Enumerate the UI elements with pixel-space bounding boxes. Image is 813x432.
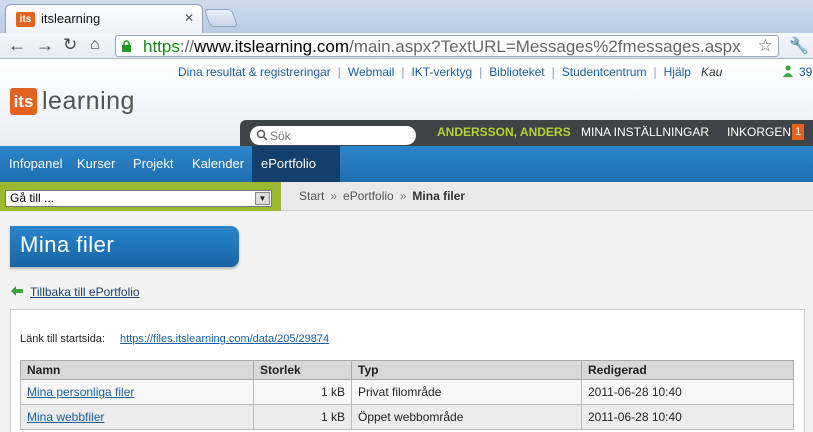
tab-infopanel[interactable]: Infopanel bbox=[9, 156, 63, 171]
chevron-down-icon[interactable]: ▼ bbox=[255, 192, 270, 205]
site-favicon-icon: its bbox=[16, 12, 35, 27]
bookmark-star-icon[interactable]: ☆ bbox=[758, 36, 773, 56]
tab-title: itslearning bbox=[41, 11, 101, 26]
user-name-link[interactable]: ANDERSSON, ANDERS bbox=[437, 125, 571, 139]
back-arrow-icon bbox=[11, 286, 23, 296]
breadcrumb-start[interactable]: Start bbox=[299, 189, 324, 203]
start-page-link[interactable]: https://files.itslearning.com/data/205/2… bbox=[120, 333, 329, 345]
page-title: Mina filer bbox=[20, 232, 115, 257]
tab-kalender[interactable]: Kalender bbox=[192, 156, 244, 171]
lock-icon bbox=[122, 40, 131, 52]
inbox-link[interactable]: INKORGEN bbox=[727, 125, 791, 139]
table-row: Mina personliga filer 1 kB Privat filomr… bbox=[20, 379, 794, 405]
tab-kurser[interactable]: Kurser bbox=[77, 156, 115, 171]
file-type: Öppet webbområde bbox=[351, 404, 582, 430]
toplink-library[interactable]: Biblioteket bbox=[489, 65, 544, 79]
column-header-type[interactable]: Typ bbox=[351, 360, 582, 380]
column-header-name[interactable]: Namn bbox=[20, 360, 254, 380]
breadcrumb-current: Mina filer bbox=[412, 189, 466, 203]
wrench-menu-icon[interactable]: 🔧 bbox=[789, 36, 809, 56]
itslearning-logo-badge: its bbox=[10, 88, 37, 115]
address-bar[interactable]: https://www.itslearning.com/main.aspx?Te… bbox=[115, 35, 779, 57]
breadcrumb-eportfolio[interactable]: ePortfolio bbox=[343, 189, 394, 203]
inbox-count-badge: 1 bbox=[792, 124, 804, 140]
back-to-eportfolio-link[interactable]: Tillbaka till ePortfolio bbox=[30, 285, 140, 299]
browser-toolbar: ← → ↻ ⌂ https://www.itslearning.com/main… bbox=[0, 33, 813, 59]
toplink-student-center[interactable]: Studentcentrum bbox=[562, 65, 647, 79]
table-row: Mina webbfiler 1 kB Öppet webbområde 201… bbox=[20, 404, 794, 430]
back-arrow-icon[interactable]: ← bbox=[8, 35, 26, 55]
column-header-modified[interactable]: Redigerad bbox=[581, 360, 794, 380]
column-header-size[interactable]: Storlek bbox=[253, 360, 352, 380]
search-icon bbox=[256, 129, 268, 141]
main-navigation: Infopanel Kurser Projekt Kalender ePortf… bbox=[0, 146, 813, 182]
toplink-ikt-tools[interactable]: IKT-verktyg bbox=[411, 65, 472, 79]
goto-selected-value: Gå till ... bbox=[10, 191, 55, 205]
tab-projekt[interactable]: Projekt bbox=[133, 156, 173, 171]
browser-tab[interactable]: its itslearning ✕ bbox=[5, 4, 203, 33]
start-page-label: Länk till startsida: bbox=[20, 333, 105, 345]
online-users-count[interactable]: 39 bbox=[799, 65, 812, 79]
files-table: Namn Storlek Typ Redigerad Mina personli… bbox=[20, 360, 794, 430]
search-box bbox=[250, 126, 416, 145]
itslearning-logo-text: learning bbox=[42, 87, 135, 115]
home-icon[interactable]: ⌂ bbox=[90, 35, 100, 55]
top-links-bar: Dina resultat & registreringar | Webmail | I… bbox=[178, 65, 723, 79]
toplink-help[interactable]: Hjälp bbox=[664, 65, 691, 79]
file-link-web[interactable]: Mina webbfiler bbox=[27, 410, 104, 424]
file-type: Privat filområde bbox=[351, 379, 582, 405]
file-modified: 2011-06-28 10:40 bbox=[581, 379, 794, 405]
forward-arrow-icon[interactable]: → bbox=[36, 35, 54, 55]
file-link-personal[interactable]: Mina personliga filer bbox=[27, 385, 134, 399]
close-tab-icon[interactable]: ✕ bbox=[184, 11, 194, 25]
url-text: https://www.itslearning.com/main.aspx?Te… bbox=[143, 37, 741, 56]
toplink-webmail[interactable]: Webmail bbox=[348, 65, 394, 79]
goto-select[interactable]: Gå till ... ▼ bbox=[5, 190, 272, 207]
reload-icon[interactable]: ↻ bbox=[63, 35, 77, 55]
breadcrumb: Start» ePortfolio» Mina filer bbox=[299, 189, 466, 203]
file-modified: 2011-06-28 10:40 bbox=[581, 404, 794, 430]
table-header-row: Namn Storlek Typ Redigerad bbox=[20, 360, 794, 380]
search-input[interactable] bbox=[270, 127, 410, 144]
institution-label: Kau bbox=[700, 65, 723, 79]
online-users-icon bbox=[783, 65, 793, 77]
my-settings-link[interactable]: MINA INSTÄLLNINGAR bbox=[581, 125, 709, 139]
file-size: 1 kB bbox=[253, 379, 352, 405]
file-size: 1 kB bbox=[253, 404, 352, 430]
tab-eportfolio[interactable]: ePortfolio bbox=[261, 156, 316, 171]
toplink-results[interactable]: Dina resultat & registreringar bbox=[178, 65, 331, 79]
